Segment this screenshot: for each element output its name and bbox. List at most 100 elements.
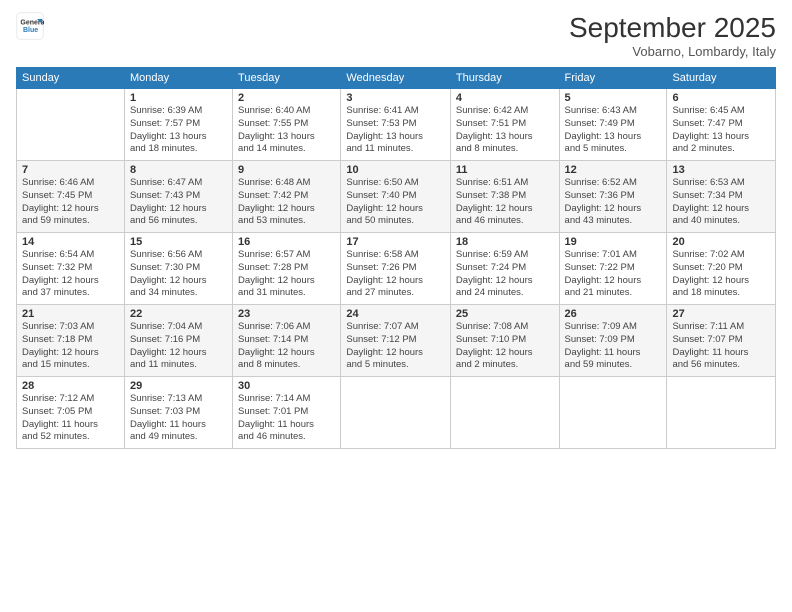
calendar-cell: 14Sunrise: 6:54 AM Sunset: 7:32 PM Dayli… [17, 233, 125, 305]
calendar-cell: 7Sunrise: 6:46 AM Sunset: 7:45 PM Daylig… [17, 161, 125, 233]
logo: General Blue [16, 12, 44, 40]
calendar-cell: 12Sunrise: 6:52 AM Sunset: 7:36 PM Dayli… [559, 161, 667, 233]
day-info: Sunrise: 6:43 AM Sunset: 7:49 PM Dayligh… [565, 105, 662, 156]
day-number: 29 [130, 380, 227, 392]
calendar-cell: 29Sunrise: 7:13 AM Sunset: 7:03 PM Dayli… [124, 377, 232, 449]
day-number: 21 [22, 308, 119, 320]
day-number: 7 [22, 164, 119, 176]
day-info: Sunrise: 7:03 AM Sunset: 7:18 PM Dayligh… [22, 321, 119, 372]
day-info: Sunrise: 6:39 AM Sunset: 7:57 PM Dayligh… [130, 105, 227, 156]
calendar-cell: 10Sunrise: 6:50 AM Sunset: 7:40 PM Dayli… [341, 161, 451, 233]
day-number: 16 [238, 236, 335, 248]
day-info: Sunrise: 6:52 AM Sunset: 7:36 PM Dayligh… [565, 177, 662, 228]
calendar-cell: 8Sunrise: 6:47 AM Sunset: 7:43 PM Daylig… [124, 161, 232, 233]
day-info: Sunrise: 6:56 AM Sunset: 7:30 PM Dayligh… [130, 249, 227, 300]
day-info: Sunrise: 6:59 AM Sunset: 7:24 PM Dayligh… [456, 249, 554, 300]
calendar-cell: 1Sunrise: 6:39 AM Sunset: 7:57 PM Daylig… [124, 89, 232, 161]
day-info: Sunrise: 7:07 AM Sunset: 7:12 PM Dayligh… [346, 321, 445, 372]
day-number: 2 [238, 92, 335, 104]
day-info: Sunrise: 7:12 AM Sunset: 7:05 PM Dayligh… [22, 393, 119, 444]
svg-text:Blue: Blue [23, 27, 38, 34]
location: Vobarno, Lombardy, Italy [569, 44, 776, 59]
day-number: 6 [672, 92, 770, 104]
day-of-week-header: Monday [124, 68, 232, 89]
calendar-cell: 30Sunrise: 7:14 AM Sunset: 7:01 PM Dayli… [233, 377, 341, 449]
calendar-cell: 28Sunrise: 7:12 AM Sunset: 7:05 PM Dayli… [17, 377, 125, 449]
day-number: 17 [346, 236, 445, 248]
day-number: 1 [130, 92, 227, 104]
day-number: 10 [346, 164, 445, 176]
day-of-week-header: Saturday [667, 68, 776, 89]
day-number: 12 [565, 164, 662, 176]
day-info: Sunrise: 7:01 AM Sunset: 7:22 PM Dayligh… [565, 249, 662, 300]
calendar-cell [559, 377, 667, 449]
day-info: Sunrise: 6:45 AM Sunset: 7:47 PM Dayligh… [672, 105, 770, 156]
calendar-cell: 26Sunrise: 7:09 AM Sunset: 7:09 PM Dayli… [559, 305, 667, 377]
day-info: Sunrise: 7:13 AM Sunset: 7:03 PM Dayligh… [130, 393, 227, 444]
day-number: 3 [346, 92, 445, 104]
day-number: 26 [565, 308, 662, 320]
day-info: Sunrise: 6:46 AM Sunset: 7:45 PM Dayligh… [22, 177, 119, 228]
day-info: Sunrise: 6:42 AM Sunset: 7:51 PM Dayligh… [456, 105, 554, 156]
day-info: Sunrise: 6:57 AM Sunset: 7:28 PM Dayligh… [238, 249, 335, 300]
day-number: 9 [238, 164, 335, 176]
calendar-cell: 21Sunrise: 7:03 AM Sunset: 7:18 PM Dayli… [17, 305, 125, 377]
day-info: Sunrise: 6:41 AM Sunset: 7:53 PM Dayligh… [346, 105, 445, 156]
day-number: 15 [130, 236, 227, 248]
calendar-cell: 11Sunrise: 6:51 AM Sunset: 7:38 PM Dayli… [450, 161, 559, 233]
day-info: Sunrise: 7:09 AM Sunset: 7:09 PM Dayligh… [565, 321, 662, 372]
day-number: 22 [130, 308, 227, 320]
calendar-cell: 18Sunrise: 6:59 AM Sunset: 7:24 PM Dayli… [450, 233, 559, 305]
day-info: Sunrise: 6:53 AM Sunset: 7:34 PM Dayligh… [672, 177, 770, 228]
day-info: Sunrise: 6:51 AM Sunset: 7:38 PM Dayligh… [456, 177, 554, 228]
day-info: Sunrise: 6:58 AM Sunset: 7:26 PM Dayligh… [346, 249, 445, 300]
day-number: 18 [456, 236, 554, 248]
calendar-cell: 5Sunrise: 6:43 AM Sunset: 7:49 PM Daylig… [559, 89, 667, 161]
day-info: Sunrise: 6:54 AM Sunset: 7:32 PM Dayligh… [22, 249, 119, 300]
day-number: 5 [565, 92, 662, 104]
day-of-week-header: Friday [559, 68, 667, 89]
title-block: September 2025 Vobarno, Lombardy, Italy [569, 12, 776, 59]
day-number: 14 [22, 236, 119, 248]
calendar-cell: 15Sunrise: 6:56 AM Sunset: 7:30 PM Dayli… [124, 233, 232, 305]
logo-icon: General Blue [16, 12, 44, 40]
day-info: Sunrise: 7:02 AM Sunset: 7:20 PM Dayligh… [672, 249, 770, 300]
calendar-cell: 4Sunrise: 6:42 AM Sunset: 7:51 PM Daylig… [450, 89, 559, 161]
day-number: 25 [456, 308, 554, 320]
calendar-cell: 13Sunrise: 6:53 AM Sunset: 7:34 PM Dayli… [667, 161, 776, 233]
calendar-cell [450, 377, 559, 449]
calendar-cell: 17Sunrise: 6:58 AM Sunset: 7:26 PM Dayli… [341, 233, 451, 305]
day-info: Sunrise: 7:06 AM Sunset: 7:14 PM Dayligh… [238, 321, 335, 372]
day-of-week-header: Sunday [17, 68, 125, 89]
day-of-week-header: Tuesday [233, 68, 341, 89]
calendar-cell [667, 377, 776, 449]
day-number: 27 [672, 308, 770, 320]
day-number: 20 [672, 236, 770, 248]
day-number: 13 [672, 164, 770, 176]
calendar-cell [341, 377, 451, 449]
calendar-cell: 19Sunrise: 7:01 AM Sunset: 7:22 PM Dayli… [559, 233, 667, 305]
calendar-cell: 9Sunrise: 6:48 AM Sunset: 7:42 PM Daylig… [233, 161, 341, 233]
day-info: Sunrise: 7:11 AM Sunset: 7:07 PM Dayligh… [672, 321, 770, 372]
calendar-cell [17, 89, 125, 161]
day-number: 23 [238, 308, 335, 320]
calendar-cell: 6Sunrise: 6:45 AM Sunset: 7:47 PM Daylig… [667, 89, 776, 161]
calendar-cell: 20Sunrise: 7:02 AM Sunset: 7:20 PM Dayli… [667, 233, 776, 305]
calendar-cell: 23Sunrise: 7:06 AM Sunset: 7:14 PM Dayli… [233, 305, 341, 377]
day-of-week-header: Wednesday [341, 68, 451, 89]
calendar: SundayMondayTuesdayWednesdayThursdayFrid… [16, 67, 776, 449]
day-info: Sunrise: 6:50 AM Sunset: 7:40 PM Dayligh… [346, 177, 445, 228]
day-number: 30 [238, 380, 335, 392]
day-info: Sunrise: 7:14 AM Sunset: 7:01 PM Dayligh… [238, 393, 335, 444]
day-number: 4 [456, 92, 554, 104]
calendar-cell: 27Sunrise: 7:11 AM Sunset: 7:07 PM Dayli… [667, 305, 776, 377]
day-of-week-header: Thursday [450, 68, 559, 89]
day-info: Sunrise: 7:04 AM Sunset: 7:16 PM Dayligh… [130, 321, 227, 372]
calendar-cell: 16Sunrise: 6:57 AM Sunset: 7:28 PM Dayli… [233, 233, 341, 305]
day-number: 19 [565, 236, 662, 248]
day-number: 24 [346, 308, 445, 320]
calendar-cell: 25Sunrise: 7:08 AM Sunset: 7:10 PM Dayli… [450, 305, 559, 377]
day-number: 28 [22, 380, 119, 392]
day-number: 11 [456, 164, 554, 176]
calendar-cell: 22Sunrise: 7:04 AM Sunset: 7:16 PM Dayli… [124, 305, 232, 377]
